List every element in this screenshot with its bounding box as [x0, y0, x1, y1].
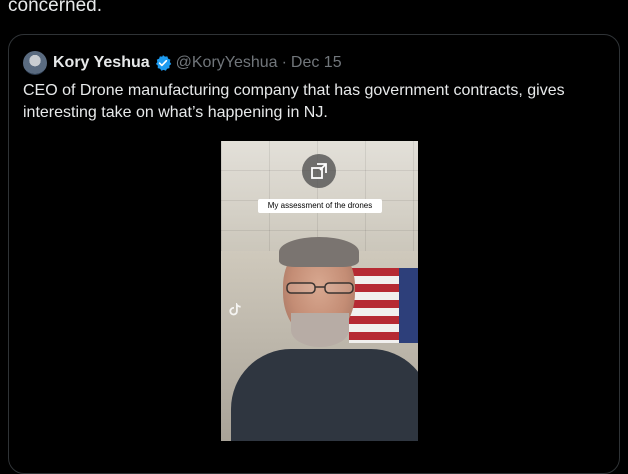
avatar[interactable]: [23, 51, 47, 75]
person-shirt: [231, 349, 418, 441]
author-handle[interactable]: @KoryYeshua: [176, 54, 278, 72]
embedded-video[interactable]: My assessment of the drones: [221, 141, 418, 441]
post-text-tail: concerned.: [8, 0, 103, 16]
flag-canton: [399, 268, 418, 343]
tiktok-watermark: [227, 301, 287, 331]
quoted-post-header: Kory Yeshua @KoryYeshua · Dec 15: [23, 51, 342, 75]
video-caption: My assessment of the drones: [258, 199, 382, 213]
meta-separator: ·: [281, 54, 287, 71]
person-beard: [291, 313, 349, 347]
verified-badge-icon: [155, 55, 171, 71]
quoted-post-card[interactable]: Kory Yeshua @KoryYeshua · Dec 15 CEO of …: [8, 34, 620, 474]
enlarge-media-icon: [311, 163, 327, 179]
author-name[interactable]: Kory Yeshua: [53, 54, 150, 72]
person-hair: [279, 237, 359, 267]
glasses-icon: [286, 282, 354, 294]
enlarge-media-button[interactable]: [302, 154, 336, 188]
post-date[interactable]: Dec 15: [291, 54, 342, 72]
tiktok-logo-icon: [229, 303, 241, 316]
quoted-post-text: CEO of Drone manufacturing company that …: [23, 82, 565, 121]
